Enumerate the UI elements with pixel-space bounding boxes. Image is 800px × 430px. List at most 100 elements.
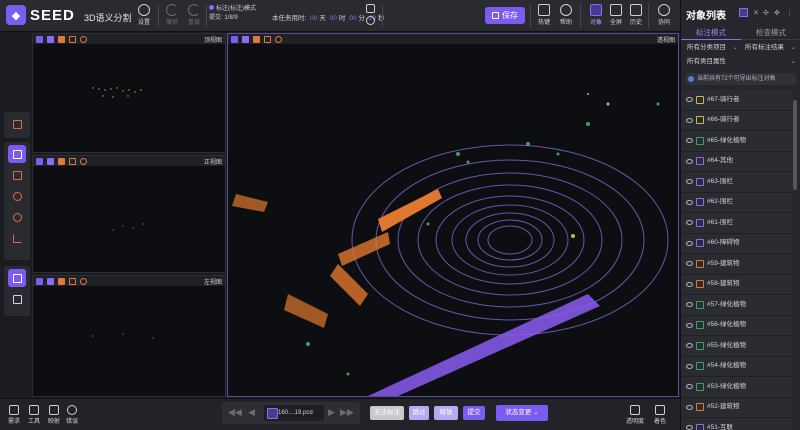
view-check-icon[interactable]: [231, 35, 238, 43]
category-filter[interactable]: 所有分类项目 ⌄: [683, 42, 741, 54]
object-list-item[interactable]: #55-绿化植物: [681, 336, 793, 357]
transparency-button[interactable]: 透明度: [626, 405, 644, 425]
top-view-label[interactable]: 顶视图: [204, 35, 222, 44]
top-view[interactable]: 顶视图: [32, 33, 226, 153]
eye-icon[interactable]: [686, 97, 693, 103]
next-frame-icon[interactable]: ▶: [328, 407, 335, 418]
attribute-filter[interactable]: 所有类目属性 ⌄: [683, 56, 799, 68]
eye-icon[interactable]: [686, 117, 693, 123]
object-list-item[interactable]: #52-建筑物: [681, 397, 793, 418]
eye-icon[interactable]: [686, 199, 693, 205]
view-cube-icon[interactable]: [242, 35, 249, 43]
panel-badge-icon[interactable]: [739, 8, 748, 17]
object-list-item[interactable]: #58-建筑物: [681, 274, 793, 295]
errors-button[interactable]: 错误: [66, 405, 78, 425]
tab-annotation-mode[interactable]: 标注模式: [681, 26, 741, 40]
eye-icon[interactable]: [686, 281, 693, 287]
perspective-view[interactable]: 透视图: [227, 33, 679, 397]
view-cube-icon[interactable]: [47, 277, 54, 285]
object-list-item[interactable]: #62-围栏: [681, 192, 793, 213]
locate-icon[interactable]: ✣: [763, 9, 769, 17]
perspective-view-label[interactable]: 透视图: [657, 35, 675, 44]
hotkeys-button[interactable]: 热键: [532, 4, 556, 26]
eye-icon[interactable]: [686, 220, 693, 226]
view-refresh-icon[interactable]: [275, 35, 282, 43]
view-refresh-icon[interactable]: [80, 277, 87, 285]
object-list-item[interactable]: #54-绿化植物: [681, 356, 793, 377]
requirements-button[interactable]: 需求: [8, 405, 20, 425]
object-list-item[interactable]: #66-骑行者: [681, 110, 793, 131]
object-list-item[interactable]: #63-围栏: [681, 172, 793, 193]
last-frame-icon[interactable]: ▶▶: [340, 407, 354, 418]
tab-review-mode[interactable]: 检查模式: [741, 26, 800, 40]
current-file[interactable]: 160....19.pcd: [264, 405, 324, 421]
eye-icon[interactable]: [686, 425, 693, 430]
status-change-dropdown[interactable]: 状态变更 ⌄: [496, 405, 548, 421]
color-button[interactable]: 着色: [654, 405, 666, 425]
settings-button[interactable]: 设置: [132, 4, 156, 26]
prev-frame-icon[interactable]: ◀: [248, 407, 255, 418]
eye-icon[interactable]: [686, 343, 693, 349]
polyline-tool-button[interactable]: [8, 166, 26, 184]
more-icon[interactable]: ⋮: [786, 9, 793, 17]
result-filter[interactable]: 所有标注结果 ⌄: [741, 42, 799, 54]
view-target-icon[interactable]: [69, 35, 76, 43]
object-list-item[interactable]: #57-绿化植物: [681, 295, 793, 316]
view-cube-icon[interactable]: [47, 157, 54, 165]
object-list-item[interactable]: #67-骑行者: [681, 90, 793, 111]
view-target-icon[interactable]: [69, 157, 76, 165]
palette-icon[interactable]: [366, 16, 375, 25]
object-list-scrollbar[interactable]: [793, 100, 797, 190]
layout-2-button[interactable]: [8, 290, 26, 308]
view-refresh-icon[interactable]: [80, 157, 87, 165]
front-view-label[interactable]: 正视图: [204, 157, 222, 166]
brush-tool-button[interactable]: [8, 187, 26, 205]
eye-icon[interactable]: [686, 240, 693, 246]
invalid-button[interactable]: 无法标注: [370, 406, 404, 420]
first-frame-icon[interactable]: ◀◀: [228, 407, 242, 418]
submit-button[interactable]: 提交: [463, 406, 485, 420]
view-cube-icon[interactable]: [47, 35, 54, 43]
corner-tool-button[interactable]: [8, 229, 26, 247]
eye-icon[interactable]: [686, 322, 693, 328]
collapse-icon[interactable]: ✕: [753, 9, 759, 17]
view-check-icon[interactable]: [36, 35, 43, 43]
undo-button[interactable]: 撤销: [160, 4, 184, 26]
view-target-icon[interactable]: [69, 277, 76, 285]
view-check-icon[interactable]: [36, 277, 43, 285]
view-box-icon[interactable]: [58, 157, 65, 165]
eye-icon[interactable]: [686, 138, 693, 144]
object-list-item[interactable]: #65-绿化植物: [681, 131, 793, 152]
view-target-icon[interactable]: [264, 35, 271, 43]
eye-icon[interactable]: [686, 363, 693, 369]
eye-icon[interactable]: [686, 179, 693, 185]
redo-button[interactable]: 重做: [182, 4, 206, 26]
object-list-item[interactable]: #51-互联: [681, 418, 793, 430]
settings-icon[interactable]: ✥: [774, 9, 780, 17]
help-button[interactable]: 帮助: [554, 4, 578, 26]
object-list-item[interactable]: #59-建筑物: [681, 254, 793, 275]
left-view-label[interactable]: 左视图: [204, 277, 222, 286]
collab-button[interactable]: 协同: [652, 4, 676, 26]
object-list-item[interactable]: #53-绿化植物: [681, 377, 793, 398]
tools-button[interactable]: 工具: [28, 405, 40, 425]
release-button[interactable]: 释放: [434, 406, 458, 420]
eye-icon[interactable]: [686, 404, 693, 410]
eye-icon[interactable]: [686, 261, 693, 267]
layout-4-button[interactable]: [8, 269, 26, 287]
eye-icon[interactable]: [686, 302, 693, 308]
skip-button[interactable]: 跳过: [409, 406, 429, 420]
save-button[interactable]: 保存: [485, 7, 525, 24]
view-box-icon[interactable]: [253, 35, 260, 43]
eye-icon[interactable]: [686, 384, 693, 390]
object-list-item[interactable]: #64-其他: [681, 151, 793, 172]
view-box-icon[interactable]: [58, 277, 65, 285]
object-list-item[interactable]: #56-绿化植物: [681, 315, 793, 336]
eye-icon[interactable]: [686, 158, 693, 164]
circle-tool-button[interactable]: [8, 208, 26, 226]
shortcuts-button[interactable]: 映射: [48, 405, 60, 425]
front-view[interactable]: 正视图: [32, 155, 226, 273]
select-tool-button[interactable]: [8, 145, 26, 163]
view-check-icon[interactable]: [36, 157, 43, 165]
history-button[interactable]: 历史: [624, 4, 648, 26]
